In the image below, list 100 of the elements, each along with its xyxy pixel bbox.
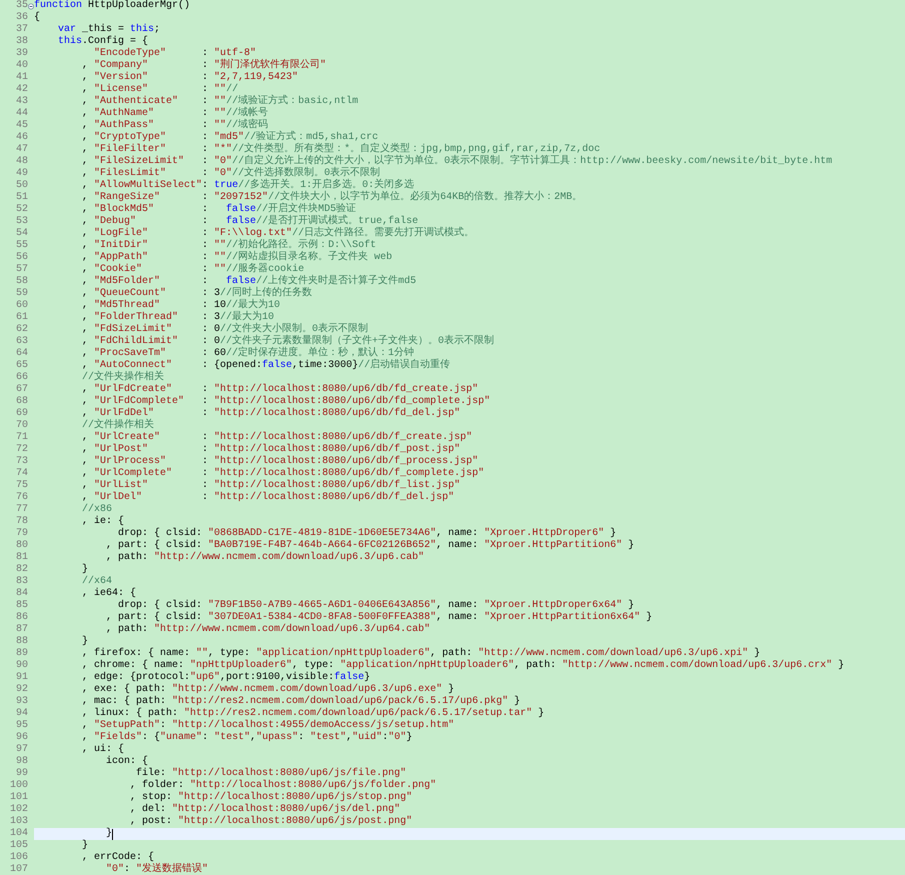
code-line: , exe: { path: "http://www.ncmem.com/download/up6.3/up6.exe" }: [81, 684, 456, 696]
code-line: this.Config = {: [57, 36, 150, 48]
line-number: 58: [14, 276, 28, 288]
line-number: 55: [14, 240, 28, 252]
line-number: 57: [14, 264, 28, 276]
line-number: 105: [8, 840, 28, 852]
code-line: }: [81, 564, 90, 576]
code-line: , "Debug" : false//是否打开调试模式。true,false: [81, 216, 420, 227]
code-line: , "Md5Thread" : 10//最大为10: [81, 300, 282, 311]
line-number: 54: [14, 228, 28, 240]
code-line: , "License" : ""//: [81, 84, 238, 95]
line-number: 43: [14, 96, 28, 108]
code-line: , "UrlProcess" : "http://localhost:8080/up6/db/f_process.jsp": [81, 456, 480, 468]
code-line: , errCode: {: [81, 852, 156, 863]
code-line: , "CryptoType" : "md5"//验证方式：md5,sha1,crc: [81, 132, 378, 143]
line-number: 104: [8, 828, 28, 840]
line-number: 47: [14, 144, 28, 156]
line-number: 74: [14, 468, 28, 480]
line-number: 83: [14, 576, 28, 588]
line-number: 89: [14, 648, 28, 660]
code-line: , "LogFile" : "F:\\log.txt"//日志文件路径。需要先打开调试模式。: [81, 228, 476, 239]
line-number: 60: [14, 300, 28, 312]
code-line: , "AppPath" : ""//网站虚拟目录名称。子文件夹 web: [81, 252, 394, 263]
code-line: , "UrlList" : "http://localhost:8080/up6/db/f_list.jsp": [81, 480, 462, 492]
line-number: 106: [8, 852, 28, 864]
line-number: 75: [14, 480, 28, 492]
line-number: 67: [14, 384, 28, 396]
code-line: drop: { clsid: "7B9F1B50-A7B9-4665-A6D1-0406E643A856", name: "Xproer.HttpDroper6x64" }: [117, 600, 636, 612]
code-line: function HttpUploaderMgr(): [34, 0, 192, 12]
line-number: 63: [14, 336, 28, 348]
collapse-icon[interactable]: [28, 2, 34, 10]
code-line: , del: "http://localhost:8080/up6/js/del.png": [129, 804, 402, 816]
line-number: 69: [14, 408, 28, 420]
code-line: , "FolderThread" : 3//最大为10: [81, 312, 274, 323]
line-number: 46: [14, 132, 28, 144]
code-line: "0": "发送数据错误": [105, 864, 210, 875]
code-line: //x86: [81, 504, 114, 516]
code-line: "EncodeType" : "utf-8": [93, 48, 258, 59]
code-line: , "FileSizeLimit" : "0"//自定义允许上传的文件大小，以字节为单位。0表示不限制。字节计算工具：http://www.beesky.com/newsite/bit_byte.htm: [81, 156, 834, 167]
text-cursor: [112, 828, 114, 840]
line-number: 77: [14, 504, 28, 516]
line-number: 101: [8, 792, 28, 804]
line-number: 103: [8, 816, 28, 828]
code-line: , "Authenticate" : ""//域验证方式：basic,ntlm: [81, 96, 360, 107]
code-line: , "FilesLimit" : "0"//文件选择数限制。0表示不限制: [81, 168, 380, 179]
line-number: 99: [14, 768, 28, 780]
line-number: 92: [14, 684, 28, 696]
line-number: 68: [14, 396, 28, 408]
line-number: 35: [14, 0, 28, 12]
line-number: 37: [14, 24, 28, 36]
line-number: 65: [14, 360, 28, 372]
code-line: , "InitDir" : ""//初始化路径。示例：D:\\Soft: [81, 240, 378, 251]
line-number: 52: [14, 204, 28, 216]
line-number: 48: [14, 156, 28, 168]
line-number: 84: [14, 588, 28, 600]
code-line: //文件夹操作相关: [81, 372, 166, 384]
line-number: 91: [14, 672, 28, 684]
line-number: 59: [14, 288, 28, 300]
code-line: , "Version" : "2,7,119,5423": [81, 72, 300, 84]
code-line: , "ProcSaveTm" : 60//定时保存进度。单位：秒，默认：1分钟: [81, 348, 416, 359]
code-line: , "FdSizeLimit" : 0//文件夹大小限制。0表示不限制: [81, 324, 370, 335]
line-number: 86: [14, 612, 28, 624]
line-number: 76: [14, 492, 28, 504]
code-line: , "UrlComplete" : "http://localhost:8080/up6/db/f_complete.jsp": [81, 468, 486, 480]
line-number: 93: [14, 696, 28, 708]
code-line: , "AllowMultiSelect": true//多选开关。1:开启多选。0:关闭多选: [81, 180, 414, 191]
code-line: , mac: { path: "http://res2.ncmem.com/download/up6/pack/6.5.17/up6.pkg" }: [81, 696, 522, 708]
line-number: 87: [14, 624, 28, 636]
code-line: , ie64: {: [81, 588, 138, 600]
line-number: 70: [14, 420, 28, 432]
code-line: , path: "http://www.ncmem.com/download/up6.3/up6.cab": [105, 552, 426, 564]
code-line: , edge: {protocol:"up6",port:9100,visible:false}: [81, 672, 372, 684]
line-number: 39: [14, 48, 28, 60]
code-line: {: [34, 12, 42, 24]
line-number: 79: [14, 528, 28, 540]
line-number: 38: [14, 36, 28, 48]
code-line: icon: {: [105, 756, 150, 768]
line-number: 41: [14, 72, 28, 84]
code-line: , "UrlPost" : "http://localhost:8080/up6/db/f_post.jsp": [81, 444, 462, 456]
code-line: //文件操作相关: [81, 420, 156, 432]
line-number: 94: [14, 708, 28, 720]
code-line: }: [81, 636, 90, 648]
line-number: 45: [14, 120, 28, 132]
line-number: 82: [14, 564, 28, 576]
code-line: //x64: [81, 576, 114, 588]
line-number: 73: [14, 456, 28, 468]
code-line: , "QueueCount" : 3//同时上传的任务数: [81, 288, 314, 299]
code-line: var _this = this;: [57, 24, 162, 36]
line-number: 88: [14, 636, 28, 648]
code-line: , "Fields": {"uname": "test","upass": "test","uid":"0"}: [81, 732, 414, 744]
line-number: 62: [14, 324, 28, 336]
line-number: 96: [14, 732, 28, 744]
line-number: 80: [14, 540, 28, 552]
code-line: , "UrlCreate" : "http://localhost:8080/up6/db/f_create.jsp": [81, 432, 474, 444]
line-number: 85: [14, 600, 28, 612]
code-line: , ui: {: [81, 744, 126, 756]
line-number: 51: [14, 192, 28, 204]
code-line: , "UrlFdComplete" : "http://localhost:8080/up6/db/fd_complete.jsp": [81, 396, 492, 408]
line-number: 107: [8, 864, 28, 875]
line-number: 98: [14, 756, 28, 768]
